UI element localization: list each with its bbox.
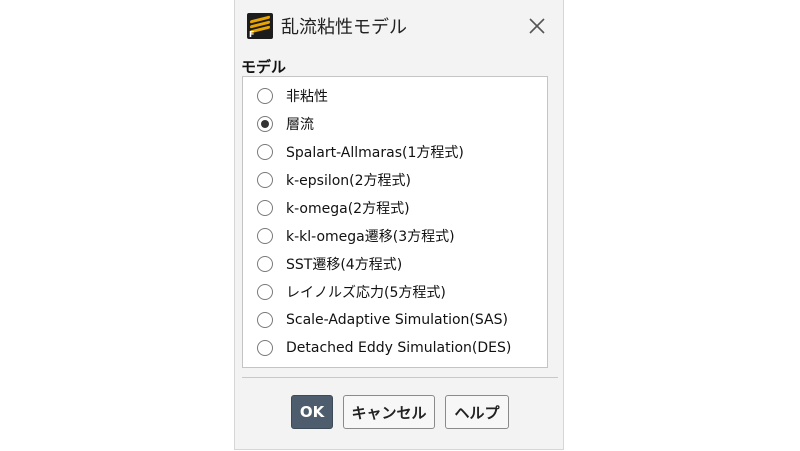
model-option-label: SST遷移(4方程式) — [286, 257, 403, 273]
model-option-label: Spalart-Allmaras(1方程式) — [286, 145, 464, 161]
radio-button[interactable] — [257, 116, 273, 132]
radio-button[interactable] — [257, 200, 273, 216]
help-button[interactable]: ヘルプ — [445, 395, 509, 429]
close-button[interactable] — [525, 14, 549, 38]
dialog-titlebar[interactable]: F 乱流粘性モデル — [235, 0, 563, 52]
radio-button[interactable] — [257, 256, 273, 272]
radio-button[interactable] — [257, 172, 273, 188]
app-icon-letter: F — [249, 30, 255, 39]
model-option-1[interactable]: 層流 — [257, 112, 314, 136]
radio-button[interactable] — [257, 312, 273, 328]
model-option-3[interactable]: k-epsilon(2方程式) — [257, 168, 411, 192]
model-option-label: k-epsilon(2方程式) — [286, 173, 412, 189]
model-option-label: 層流 — [286, 117, 314, 133]
model-group-label: モデル — [241, 58, 287, 76]
close-icon — [529, 18, 545, 34]
dialog-title: 乱流粘性モデル — [281, 17, 407, 38]
cancel-button[interactable]: キャンセル — [343, 395, 435, 429]
model-option-label: k-kl-omega遷移(3方程式) — [286, 229, 455, 245]
radio-button[interactable] — [257, 228, 273, 244]
model-option-6[interactable]: SST遷移(4方程式) — [257, 252, 402, 276]
radio-button[interactable] — [257, 340, 273, 356]
model-option-2[interactable]: Spalart-Allmaras(1方程式) — [257, 140, 464, 164]
radio-button[interactable] — [257, 284, 273, 300]
model-option-7[interactable]: レイノルズ応力(5方程式) — [257, 280, 446, 304]
model-option-4[interactable]: k-omega(2方程式) — [257, 196, 410, 220]
model-option-9[interactable]: Detached Eddy Simulation(DES) — [257, 336, 511, 360]
model-option-label: Detached Eddy Simulation(DES) — [286, 340, 512, 356]
footer-separator — [242, 377, 558, 378]
model-option-5[interactable]: k-kl-omega遷移(3方程式) — [257, 224, 455, 248]
turbulence-model-dialog: F 乱流粘性モデル モデル 非粘性層流 Spalart-Allmaras(1方程式… — [234, 0, 564, 450]
model-radio-group: 非粘性層流 Spalart-Allmaras(1方程式) k-epsilon(2方程… — [242, 76, 548, 368]
ok-button[interactable]: OK — [291, 395, 333, 429]
model-option-8[interactable]: Scale-Adaptive Simulation(SAS) — [257, 308, 508, 332]
model-option-label: レイノルズ応力(5方程式) — [286, 285, 446, 301]
radio-button[interactable] — [257, 144, 273, 160]
radio-button[interactable] — [257, 88, 273, 104]
model-option-label: Scale-Adaptive Simulation(SAS) — [286, 312, 508, 328]
model-option-label: k-omega(2方程式) — [286, 201, 410, 217]
model-option-label: 非粘性 — [286, 89, 328, 105]
fluent-app-icon: F — [247, 13, 273, 39]
model-option-0[interactable]: 非粘性 — [257, 84, 328, 108]
